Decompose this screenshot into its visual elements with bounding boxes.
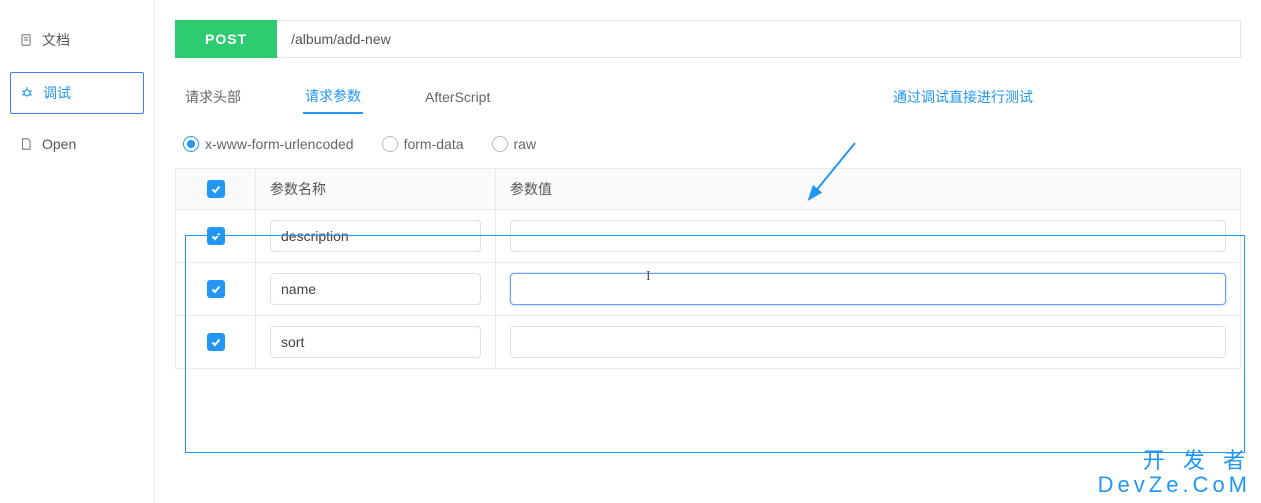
radio-urlencoded[interactable]: x-www-form-urlencoded [183,136,354,152]
request-line: POST /album/add-new [175,20,1241,58]
row-checkbox[interactable] [207,280,225,298]
watermark: 开 发 者 DevZe.CoM [1098,449,1251,497]
sidebar-item-label: 调试 [43,83,71,103]
url-input[interactable]: /album/add-new [277,20,1241,58]
tab-params[interactable]: 请求参数 [303,80,363,114]
col-name-header: 参数名称 [256,169,496,210]
tab-headers[interactable]: 请求头部 [183,81,243,113]
col-value-header: 参数值 [496,169,1241,210]
param-value-input[interactable] [510,220,1226,252]
sidebar-item-open[interactable]: Open [10,126,144,162]
param-name-input[interactable] [270,273,481,305]
table-row [176,316,1241,369]
header-checkbox[interactable] [207,180,225,198]
sidebar-item-debug[interactable]: 调试 [10,72,144,114]
param-name-input[interactable] [270,326,481,358]
sidebar-item-label: 文档 [42,30,70,50]
param-value-input[interactable] [510,326,1226,358]
sidebar-item-docs[interactable]: 文档 [10,20,144,60]
param-name-input[interactable] [270,220,481,252]
content-type-radios: x-www-form-urlencoded form-data raw [175,122,1241,168]
main-panel: POST /album/add-new 请求头部 请求参数 AfterScrip… [155,0,1261,503]
radio-dot-icon [183,136,199,152]
sidebar-item-label: Open [42,136,76,152]
file-icon [18,33,34,47]
row-checkbox[interactable] [207,333,225,351]
radio-label: raw [514,136,537,152]
annotation-text: 通过调试直接进行测试 [893,87,1233,107]
method-badge[interactable]: POST [175,20,277,58]
row-checkbox[interactable] [207,227,225,245]
col-check-header [176,169,256,210]
radio-dot-icon [382,136,398,152]
sidebar: 文档 调试 Open [0,0,155,503]
radio-label: form-data [404,136,464,152]
radio-label: x-www-form-urlencoded [205,136,354,152]
table-row: I [176,263,1241,316]
radio-raw[interactable]: raw [492,136,537,152]
watermark-line1: 开 发 者 [1098,449,1251,473]
bug-icon [19,86,35,100]
param-value-input[interactable] [510,273,1226,305]
text-cursor-icon: I [646,269,651,285]
tab-afterscript[interactable]: AfterScript [423,83,492,111]
radio-dot-icon [492,136,508,152]
table-row [176,210,1241,263]
watermark-line2: DevZe.CoM [1098,473,1251,497]
request-tabs: 请求头部 请求参数 AfterScript 通过调试直接进行测试 [175,80,1241,122]
page-icon [18,137,34,151]
params-table: 参数名称 参数值 [175,168,1241,369]
radio-formdata[interactable]: form-data [382,136,464,152]
